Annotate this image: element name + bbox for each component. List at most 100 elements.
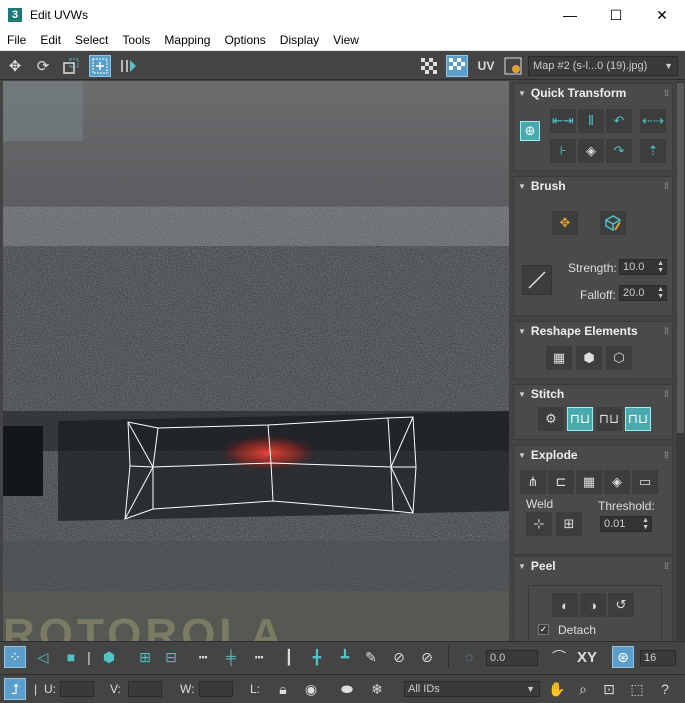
weld-target-icon[interactable]: ⊞ bbox=[556, 512, 582, 536]
panel-scrollbar[interactable] bbox=[676, 81, 685, 641]
rotate-ccw-icon[interactable]: ↶ bbox=[606, 109, 632, 133]
drag-grip-icon[interactable]: ⁞⁞ bbox=[664, 326, 669, 336]
drag-grip-icon[interactable]: ⁞⁞ bbox=[664, 450, 669, 460]
rollout-header[interactable]: ▼ Peel ⁞⁞ bbox=[514, 557, 672, 575]
uv-mesh[interactable] bbox=[3, 81, 509, 641]
map-settings-icon[interactable] bbox=[502, 55, 524, 77]
hide-icon[interactable]: ◉ bbox=[300, 678, 322, 700]
quick-peel-icon[interactable]: ◐ bbox=[552, 593, 578, 617]
close-button[interactable]: ✕ bbox=[639, 0, 685, 30]
drag-grip-icon[interactable]: ⁞⁞ bbox=[664, 181, 669, 191]
element-mode-icon[interactable]: ⬢ bbox=[98, 646, 120, 668]
uv-space-label[interactable]: UV bbox=[474, 55, 498, 77]
rotate-cw-icon[interactable]: ↷ bbox=[606, 139, 632, 163]
detach-edges-icon[interactable]: ⊏ bbox=[548, 470, 574, 494]
weld-selected-icon[interactable]: ⊹ bbox=[526, 512, 552, 536]
rollout-header[interactable]: ▼ Brush ⁞⁞ bbox=[514, 177, 672, 195]
space-vertical-icon[interactable]: ⇡ bbox=[640, 139, 666, 163]
stitch-average-icon[interactable]: ⊓⊔ bbox=[596, 407, 622, 431]
pan-hand-icon[interactable]: ✋ bbox=[546, 678, 568, 700]
detach-checkbox[interactable]: ✓ bbox=[538, 624, 549, 635]
ring-select-icon[interactable]: ┅ bbox=[192, 646, 214, 668]
falloff-spinner[interactable]: 20.0 ▲ ▼ bbox=[619, 285, 667, 301]
mirror-icon[interactable] bbox=[117, 55, 139, 77]
menu-mapping[interactable]: Mapping bbox=[157, 33, 217, 47]
align-left-icon[interactable]: ⊦ bbox=[550, 139, 576, 163]
drag-grip-icon[interactable]: ⁞⁞ bbox=[664, 88, 669, 98]
w-coordinate-field[interactable] bbox=[199, 681, 233, 697]
align-vertical-icon[interactable]: ⦀ bbox=[578, 109, 604, 133]
menu-display[interactable]: Display bbox=[273, 33, 326, 47]
flatten-by-material-icon[interactable]: ▭ bbox=[632, 470, 658, 494]
snowflake-icon[interactable]: ❄ bbox=[366, 678, 388, 700]
paint-select-icon[interactable]: ✎ bbox=[360, 646, 382, 668]
grow-selection-icon[interactable]: ⊞ bbox=[134, 646, 156, 668]
ring-shrink-icon[interactable]: ┅ bbox=[248, 646, 270, 668]
soft-selection-field[interactable]: 0.0 bbox=[486, 650, 538, 666]
minimize-button[interactable]: — bbox=[547, 0, 593, 30]
checker-icon[interactable] bbox=[418, 55, 440, 77]
help-icon[interactable]: ? bbox=[654, 678, 676, 700]
flatten-by-polygon-icon[interactable]: ▦ bbox=[576, 470, 602, 494]
show-map-icon[interactable] bbox=[446, 55, 468, 77]
align-to-edge-icon[interactable]: ◈ bbox=[578, 139, 604, 163]
relax-until-flat-icon[interactable]: ⬡ bbox=[606, 346, 632, 370]
ring-grow-icon[interactable]: ╪ bbox=[220, 646, 242, 668]
drag-grip-icon[interactable]: ⁞⁞ bbox=[664, 561, 669, 571]
stitch-custom-icon[interactable]: ⚙ bbox=[538, 407, 564, 431]
menu-edit[interactable]: Edit bbox=[33, 33, 68, 47]
falloff-curve-icon[interactable]: ⌒ bbox=[548, 646, 570, 668]
absolute-offset-icon[interactable]: ⮥ bbox=[4, 678, 26, 700]
rollout-header[interactable]: ▼ Quick Transform ⁞⁞ bbox=[514, 84, 672, 102]
grid-count-field[interactable]: 16 bbox=[640, 650, 676, 666]
flatten-by-smoothing-icon[interactable]: ◈ bbox=[604, 470, 630, 494]
loop-shrink-icon[interactable]: ┻ bbox=[334, 646, 356, 668]
zoom-extents-icon[interactable]: ⬚ bbox=[626, 678, 648, 700]
break-icon[interactable]: ⋔ bbox=[520, 470, 546, 494]
align-center-icon[interactable]: ⊕ bbox=[520, 121, 540, 141]
maximize-button[interactable]: ☐ bbox=[593, 0, 639, 30]
map-dropdown[interactable]: Map #2 (s-l...0 (19).jpg) ▼ bbox=[528, 56, 678, 76]
spinner-arrows-icon[interactable]: ▲ ▼ bbox=[657, 286, 664, 300]
relax-icon[interactable]: ⬢ bbox=[576, 346, 602, 370]
freeze-icon[interactable]: ⬬ bbox=[336, 678, 358, 700]
zoom-icon[interactable]: ⌕ bbox=[572, 678, 594, 700]
edge-mode-icon[interactable]: ◁ bbox=[32, 646, 54, 668]
menu-file[interactable]: File bbox=[0, 33, 33, 47]
grid-snap-icon[interactable]: ⊛ bbox=[612, 646, 634, 668]
space-horizontal-icon[interactable]: ⇠⇢ bbox=[640, 109, 666, 133]
reset-peel-icon[interactable]: ↺ bbox=[608, 593, 634, 617]
rollout-header[interactable]: ▼ Explode ⁞⁞ bbox=[514, 446, 672, 464]
xy-axis-label[interactable]: XY bbox=[574, 646, 600, 668]
loop-select-icon[interactable]: ┃ bbox=[278, 646, 300, 668]
soft-selection-icon[interactable]: ◌ bbox=[458, 646, 480, 668]
loop-grow-icon[interactable]: ╋ bbox=[306, 646, 328, 668]
peel-mode-icon[interactable]: ◑ bbox=[580, 593, 606, 617]
stitch-to-source-icon[interactable]: ⊓⊔ bbox=[625, 407, 651, 431]
vertex-mode-icon[interactable]: ⁘ bbox=[4, 646, 26, 668]
rotate-icon[interactable]: ⟳ bbox=[32, 55, 54, 77]
menu-view[interactable]: View bbox=[326, 33, 366, 47]
menu-options[interactable]: Options bbox=[217, 33, 272, 47]
shrink-selection-icon[interactable]: ⊟ bbox=[160, 646, 182, 668]
threshold-spinner[interactable]: 0.01 ▲ ▼ bbox=[600, 516, 652, 532]
align-horizontal-icon[interactable]: ⇤⇥ bbox=[550, 109, 576, 133]
strength-spinner[interactable]: 10.0 ▲ ▼ bbox=[619, 259, 667, 275]
paint-move-icon[interactable]: ✥ bbox=[552, 211, 578, 235]
freeform-mode-icon[interactable] bbox=[89, 55, 111, 77]
drag-grip-icon[interactable]: ⁞⁞ bbox=[664, 389, 669, 399]
rollout-header[interactable]: ▼ Stitch ⁞⁞ bbox=[514, 385, 672, 403]
rollout-header[interactable]: ▼ Reshape Elements ⁞⁞ bbox=[514, 322, 672, 340]
zoom-region-icon[interactable]: ⊡ bbox=[598, 678, 620, 700]
face-mode-icon[interactable]: ■ bbox=[60, 646, 82, 668]
spinner-arrows-icon[interactable]: ▲ ▼ bbox=[657, 260, 664, 274]
material-id-dropdown[interactable]: All IDs ▼ bbox=[404, 681, 540, 697]
u-coordinate-field[interactable] bbox=[60, 681, 94, 697]
scrollbar-thumb[interactable] bbox=[677, 83, 684, 433]
paint-grow-icon[interactable]: ⊘ bbox=[388, 646, 410, 668]
paint-shrink-icon[interactable]: ⊘ bbox=[416, 646, 438, 668]
lock-icon[interactable]: 🔒︎ bbox=[272, 678, 294, 700]
relax-brush-icon[interactable] bbox=[600, 211, 626, 235]
spinner-arrows-icon[interactable]: ▲ ▼ bbox=[642, 517, 649, 531]
menu-tools[interactable]: Tools bbox=[115, 33, 157, 47]
